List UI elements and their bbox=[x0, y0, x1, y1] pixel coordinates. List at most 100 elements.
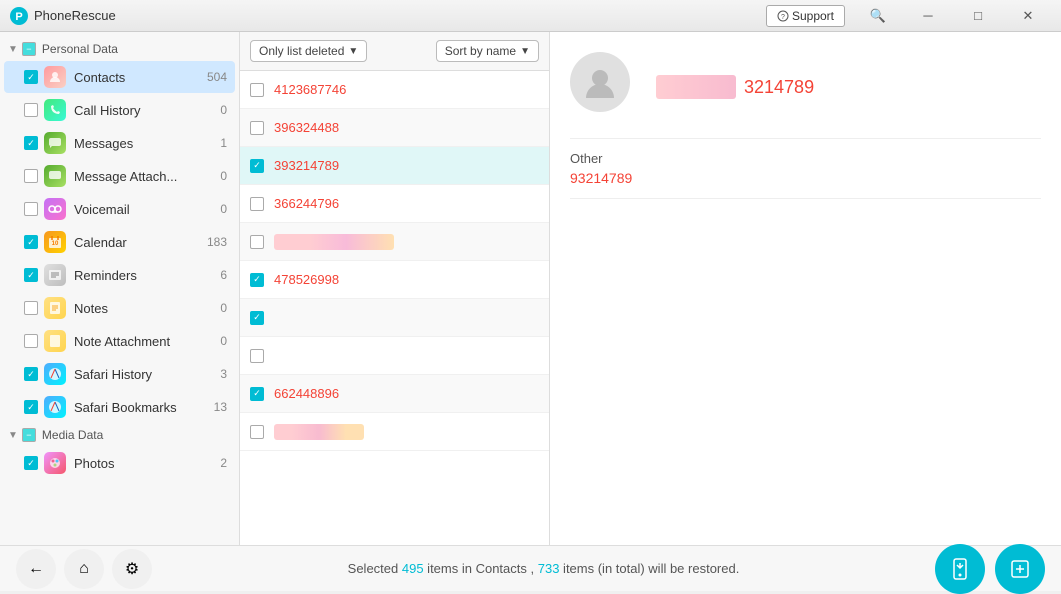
back-button[interactable]: ← bbox=[16, 549, 56, 589]
row-check[interactable] bbox=[250, 235, 264, 249]
sidebar-item-notes[interactable]: Notes 0 bbox=[4, 292, 235, 324]
row-check[interactable]: ✓ bbox=[250, 273, 264, 287]
contacts-check[interactable]: ✓ bbox=[24, 70, 38, 84]
settings-button[interactable]: ⚙ bbox=[112, 549, 152, 589]
list-panel: Only list deleted ▼ Sort by name ▼ 41236… bbox=[240, 32, 550, 545]
sidebar-item-safari-bookmarks[interactable]: ✓ Safari Bookmarks 13 bbox=[4, 391, 235, 423]
row-check[interactable] bbox=[250, 83, 264, 97]
export-button[interactable] bbox=[995, 544, 1045, 594]
list-item[interactable]: ✓ 478526998 bbox=[240, 261, 549, 299]
sort-button[interactable]: Sort by name ▼ bbox=[436, 40, 539, 62]
row-check[interactable] bbox=[250, 425, 264, 439]
call-history-check[interactable] bbox=[24, 103, 38, 117]
app-title: PhoneRescue bbox=[34, 8, 116, 23]
maximize-button[interactable]: □ bbox=[955, 0, 1001, 32]
filter-arrow-icon: ▼ bbox=[348, 46, 358, 57]
list-item[interactable]: ✓ 393214789 bbox=[240, 147, 549, 185]
messages-count: 1 bbox=[220, 136, 227, 150]
row-check[interactable]: ✓ bbox=[250, 159, 264, 173]
restore-to-device-button[interactable] bbox=[935, 544, 985, 594]
reminders-label: Reminders bbox=[74, 268, 220, 283]
blurred-contact bbox=[274, 424, 364, 440]
note-attach-count: 0 bbox=[220, 334, 227, 348]
row-text: 393214789 bbox=[274, 158, 339, 173]
close-button[interactable]: ✕ bbox=[1005, 0, 1051, 32]
total-count: 733 bbox=[538, 561, 560, 576]
safari-bookmarks-icon bbox=[44, 396, 66, 418]
sidebar-item-contacts[interactable]: ✓ Contacts 504 bbox=[4, 61, 235, 93]
row-check[interactable]: ✓ bbox=[250, 311, 264, 325]
notes-check[interactable] bbox=[24, 301, 38, 315]
row-check[interactable] bbox=[250, 121, 264, 135]
sidebar-section-media[interactable]: ▼ − Media Data bbox=[0, 424, 239, 446]
personal-section-label: Personal Data bbox=[42, 42, 118, 56]
list-item[interactable] bbox=[240, 337, 549, 375]
list-item[interactable]: ✓ 662448896 bbox=[240, 375, 549, 413]
safari-bookmarks-check[interactable]: ✓ bbox=[24, 400, 38, 414]
minimize-button[interactable]: ─ bbox=[905, 0, 951, 32]
voicemail-check[interactable] bbox=[24, 202, 38, 216]
message-attach-icon bbox=[44, 165, 66, 187]
list-item[interactable] bbox=[240, 413, 549, 451]
detail-section-value: 93214789 bbox=[570, 170, 1041, 186]
list-item[interactable]: 4123687746 bbox=[240, 71, 549, 109]
list-scroll: 4123687746 396324488 ✓ 393214789 3662447… bbox=[240, 71, 549, 545]
note-attach-check[interactable] bbox=[24, 334, 38, 348]
safari-history-label: Safari History bbox=[74, 367, 220, 382]
contact-name-blurred bbox=[656, 75, 736, 99]
status-text: Selected 495 items in Contacts , 733 ite… bbox=[168, 561, 919, 576]
notes-count: 0 bbox=[220, 301, 227, 315]
selected-type: Contacts bbox=[476, 561, 527, 576]
sidebar-item-note-attachment[interactable]: Note Attachment 0 bbox=[4, 325, 235, 357]
list-item[interactable]: 396324488 bbox=[240, 109, 549, 147]
media-section-arrow: ▼ bbox=[8, 430, 18, 441]
home-button[interactable]: ⌂ bbox=[64, 549, 104, 589]
reminders-check[interactable]: ✓ bbox=[24, 268, 38, 282]
message-attach-label: Message Attach... bbox=[74, 169, 220, 184]
bottom-nav-buttons: ← ⌂ ⚙ bbox=[16, 549, 152, 589]
detail-section-other: Other 93214789 bbox=[570, 151, 1041, 186]
list-item[interactable]: ✓ bbox=[240, 299, 549, 337]
sidebar-section-personal[interactable]: ▼ − Personal Data bbox=[0, 38, 239, 60]
sidebar-item-calendar[interactable]: ✓ 10 Calendar 183 bbox=[4, 226, 235, 258]
voicemail-count: 0 bbox=[220, 202, 227, 216]
search-button[interactable]: 🔍 bbox=[855, 0, 901, 32]
list-item[interactable] bbox=[240, 223, 549, 261]
safari-history-count: 3 bbox=[220, 367, 227, 381]
calendar-check[interactable]: ✓ bbox=[24, 235, 38, 249]
sidebar-item-reminders[interactable]: ✓ Reminders 6 bbox=[4, 259, 235, 291]
sidebar-item-call-history[interactable]: Call History 0 bbox=[4, 94, 235, 126]
list-header: Only list deleted ▼ Sort by name ▼ bbox=[240, 32, 549, 71]
detail-section-title: Other bbox=[570, 151, 1041, 166]
row-check[interactable]: ✓ bbox=[250, 387, 264, 401]
call-history-count: 0 bbox=[220, 103, 227, 117]
contact-name-visible: 3214789 bbox=[744, 77, 814, 98]
export-icon bbox=[1008, 557, 1032, 581]
support-button[interactable]: ? Support bbox=[766, 5, 845, 27]
sidebar-item-safari-history[interactable]: ✓ Safari History 3 bbox=[4, 358, 235, 390]
personal-section-check[interactable]: − bbox=[22, 42, 36, 56]
sidebar-item-message-attach[interactable]: Message Attach... 0 bbox=[4, 160, 235, 192]
note-attach-label: Note Attachment bbox=[74, 334, 220, 349]
messages-check[interactable]: ✓ bbox=[24, 136, 38, 150]
detail-panel: 3214789 Other 93214789 bbox=[550, 32, 1061, 545]
safari-history-check[interactable]: ✓ bbox=[24, 367, 38, 381]
sidebar-item-voicemail[interactable]: Voicemail 0 bbox=[4, 193, 235, 225]
filter-button[interactable]: Only list deleted ▼ bbox=[250, 40, 367, 62]
avatar-icon bbox=[582, 64, 618, 100]
action-buttons bbox=[935, 544, 1045, 594]
photos-check[interactable]: ✓ bbox=[24, 456, 38, 470]
list-item[interactable]: 366244796 bbox=[240, 185, 549, 223]
call-history-label: Call History bbox=[74, 103, 220, 118]
message-attach-check[interactable] bbox=[24, 169, 38, 183]
notes-label: Notes bbox=[74, 301, 220, 316]
media-section-check[interactable]: − bbox=[22, 428, 36, 442]
voicemail-icon bbox=[44, 198, 66, 220]
row-check[interactable] bbox=[250, 197, 264, 211]
sidebar-item-photos[interactable]: ✓ Photos 2 bbox=[4, 447, 235, 479]
row-text: 662448896 bbox=[274, 386, 339, 401]
safari-bookmarks-label: Safari Bookmarks bbox=[74, 400, 214, 415]
calendar-label: Calendar bbox=[74, 235, 207, 250]
row-check[interactable] bbox=[250, 349, 264, 363]
sidebar-item-messages[interactable]: ✓ Messages 1 bbox=[4, 127, 235, 159]
